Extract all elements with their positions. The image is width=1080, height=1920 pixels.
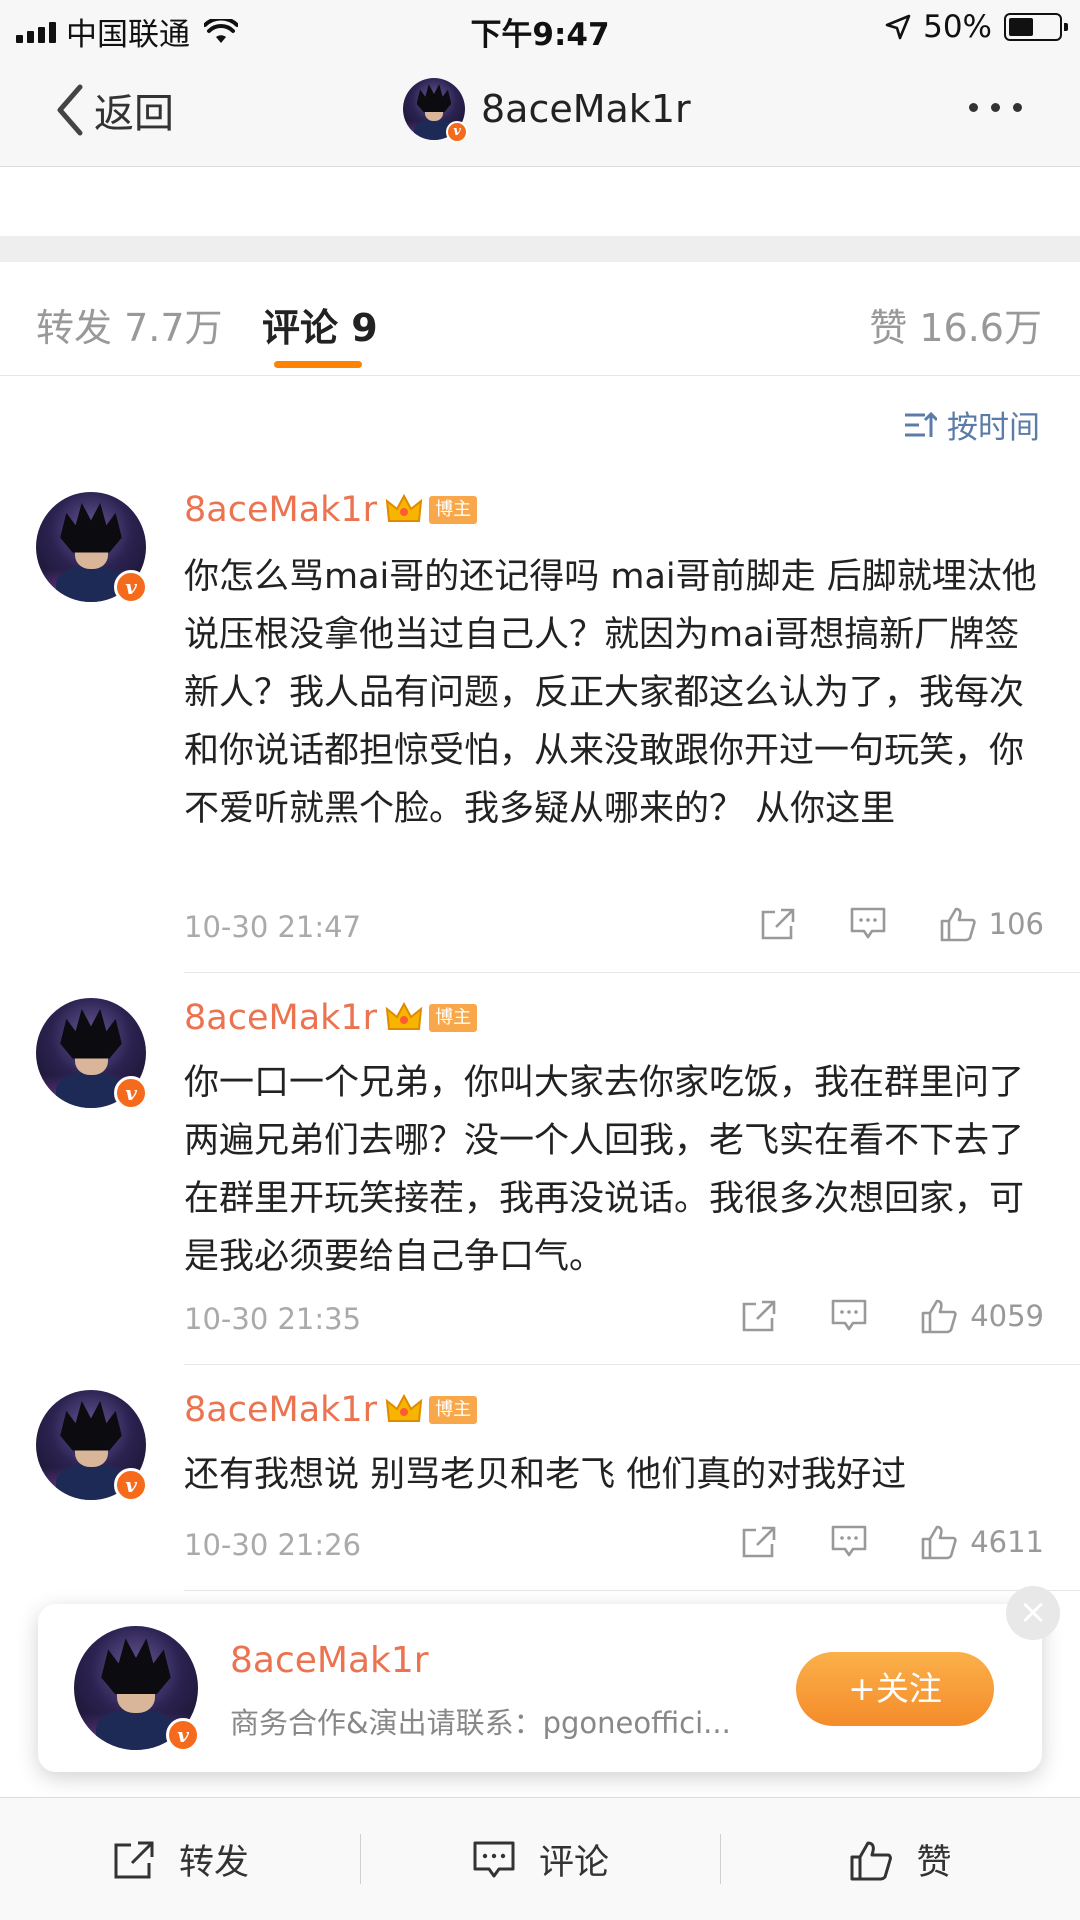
tab-bar: 转发 7.7万 评论 9 赞 16.6万 [0,262,1080,376]
avatar[interactable]: v [74,1626,200,1752]
comment-label: 评论 [538,1843,609,1883]
comment-author[interactable]: 8aceMak1r [184,490,377,530]
comment-icon [831,1525,867,1557]
bottom-action-bar: 转发 评论 赞 [0,1797,1080,1920]
comment-text: 你一口一个兄弟，你叫大家去你家吃饭，我在群里问了两遍兄弟们去哪？没一个人回我，老… [184,1063,1025,1277]
thumbs-up-icon [921,1525,957,1560]
comment-icon [473,1841,515,1877]
like-button[interactable]: 赞 [720,1798,1080,1920]
nav-user[interactable]: v 8aceMak1r [403,78,691,143]
share-icon [761,908,794,940]
back-button[interactable]: 返回 [52,81,174,139]
tab-like[interactable]: 赞 16.6万 [869,297,1042,352]
comment-author[interactable]: 8aceMak1r [184,998,377,1038]
status-bar: 中国联通 下午9:47 50% [0,0,1080,55]
share-icon [742,1300,776,1332]
card-description: 商务合作&演出请联系：pgoneoffici... [230,1706,731,1740]
thumbs-up-icon [921,1299,957,1334]
comment-time: 10-30 21:47 [184,910,362,944]
battery-percent: 50% [923,9,992,45]
repost-label: 转发 [178,1843,249,1883]
like-count: 4611 [970,1525,1044,1559]
like-label: 赞 [916,1843,952,1883]
nav-bar: 返回 v 8aceMak1r [0,55,1080,167]
blank-area [0,168,1080,236]
card-author[interactable]: 8aceMak1r [230,1640,429,1681]
author-badge: 博主 [429,1004,478,1032]
more-icon[interactable] [969,103,1022,112]
comment-text: 你怎么骂mai哥的还记得吗 mai哥前脚走 后脚就埋汰他说压根没拿他当过自己人？… [184,557,1037,829]
avatar[interactable]: v [36,1390,148,1502]
sort-button[interactable]: 按时间 [903,402,1040,447]
verified-icon: v [446,121,468,143]
follow-card: v 8aceMak1r 商务合作&演出请联系：pgoneoffici... +关… [38,1586,1060,1772]
follow-button[interactable]: +关注 [796,1652,994,1726]
back-label: 返回 [94,91,174,137]
like-button[interactable]: 4059 [920,1298,1044,1334]
sort-label: 按时间 [947,410,1040,446]
comment-time: 10-30 21:26 [184,1528,362,1562]
share-button[interactable] [740,1298,778,1334]
crown-icon [385,1001,423,1030]
verified-icon: v [114,1076,148,1110]
location-icon [885,14,911,40]
chevron-left-icon [57,84,83,136]
divider [0,236,1080,262]
page-title: 8aceMak1r [481,87,691,131]
like-button[interactable]: 4611 [920,1524,1044,1560]
tab-repost[interactable]: 转发 7.7万 [36,297,223,352]
share-button[interactable] [740,1524,778,1560]
verified-icon: v [114,570,148,604]
like-button[interactable]: 106 [939,906,1044,942]
share-icon [742,1526,776,1558]
reply-button[interactable] [830,1298,868,1334]
crown-icon [385,1393,423,1422]
comment-icon [831,1299,867,1331]
sort-icon [905,411,937,437]
avatar[interactable]: v [36,998,148,1110]
reply-button[interactable] [849,906,887,942]
like-count: 106 [988,907,1044,941]
active-tab-indicator [274,361,362,368]
thumbs-up-icon [850,1841,893,1880]
share-icon [114,1841,154,1878]
repost-button[interactable]: 转发 [0,1798,360,1920]
close-icon[interactable]: × [1006,1586,1060,1640]
thumbs-up-icon [940,907,976,942]
like-count: 4059 [970,1299,1044,1333]
comment-text: 还有我想说 别骂老贝和老飞 他们真的对我好过 [184,1455,907,1495]
crown-icon [385,493,423,522]
avatar[interactable]: v [403,78,468,143]
battery-icon [1004,13,1068,41]
author-badge: 博主 [429,1396,478,1424]
comment-button[interactable]: 评论 [360,1798,720,1920]
comment-icon [850,907,885,939]
reply-button[interactable] [830,1524,868,1560]
comment-time: 10-30 21:35 [184,1302,362,1336]
comment-author[interactable]: 8aceMak1r [184,1390,377,1430]
tab-comment[interactable]: 评论 9 [262,297,378,352]
avatar[interactable]: v [36,492,148,604]
verified-icon: v [114,1468,148,1502]
author-badge: 博主 [429,496,478,524]
verified-icon: v [166,1718,200,1752]
share-button[interactable] [759,906,797,942]
